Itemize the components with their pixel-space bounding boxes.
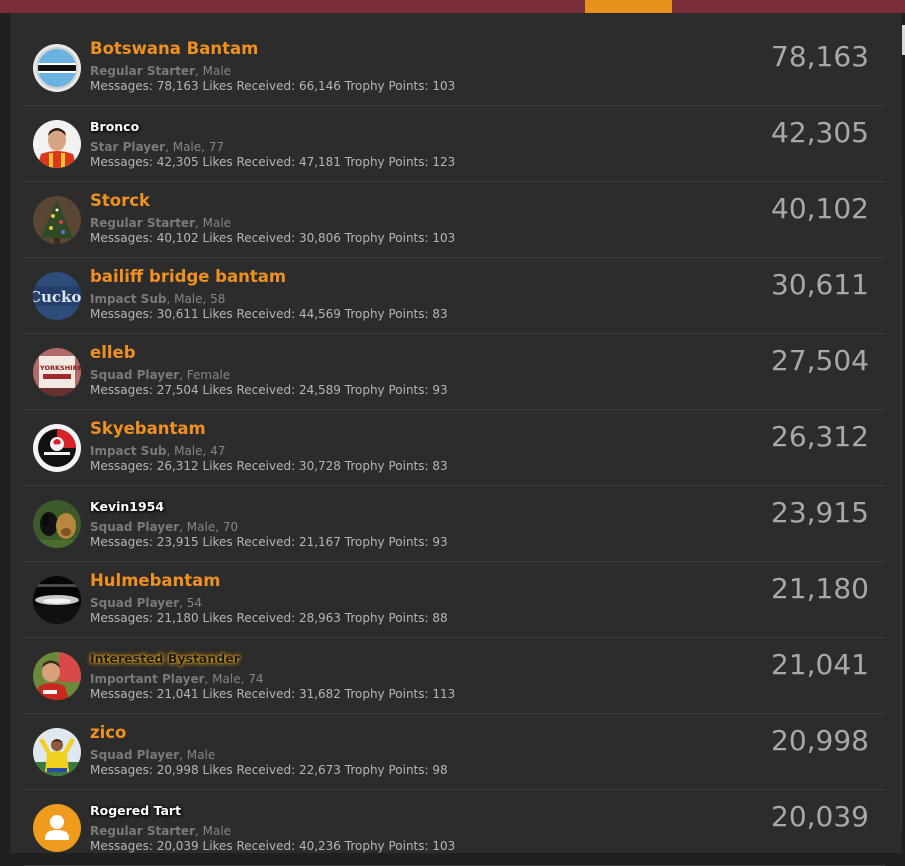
avatar-cuckoo-text[interactable]: Cuckoo [33,272,81,320]
member-name[interactable]: Botswana Bantam [90,39,258,58]
member-row: YORKSHIRE elleb Squad Player, Female Mes… [24,334,885,410]
member-title: Squad Player, Female [90,368,230,382]
message-count: 20,998 [771,724,869,757]
scrollbar-track[interactable] [901,218,905,830]
member-details: , Male [179,748,216,762]
member-rank: Important Player [90,672,205,686]
member-row: Skyebantam Impact Sub, Male, 47 Messages… [24,410,885,486]
member-rank: Squad Player [90,748,180,762]
member-name[interactable]: bailiff bridge bantam [90,267,286,286]
message-count: 27,504 [771,344,869,377]
avatar-portrait[interactable] [33,120,81,168]
message-count: 23,915 [771,496,869,529]
member-rank: Squad Player [90,596,180,610]
member-details: , Male, 77 [165,140,225,154]
member-details: , Male, 47 [166,444,226,458]
member-title: Squad Player, Male [90,748,215,762]
member-stats: Messages: 21,041 Likes Received: 31,682 … [90,687,456,701]
avatar-dogs[interactable] [33,500,81,548]
member-stats: Messages: 40,102 Likes Received: 30,806 … [90,231,456,245]
avatar-text: YORKSHIRE [39,364,81,372]
member-rank: Regular Starter [90,216,196,230]
member-rank: Star Player [90,140,166,154]
member-row: Cuckoo bailiff bridge bantam Impact Sub,… [24,258,885,334]
message-count: 21,041 [771,648,869,681]
member-name[interactable]: Bronco [90,119,139,134]
member-rank: Regular Starter [90,824,196,838]
member-stats: Messages: 42,305 Likes Received: 47,181 … [90,155,456,169]
member-stats: Messages: 20,998 Likes Received: 22,673 … [90,763,448,777]
member-name[interactable]: Rogered Tart [90,803,181,818]
member-row: Rogered Tart Regular Starter, Male Messa… [24,790,885,866]
member-details: , Male [195,216,232,230]
member-rank: Impact Sub [90,444,167,458]
member-name[interactable]: elleb [90,343,136,362]
member-title: Regular Starter, Male [90,824,231,838]
member-title: Regular Starter, Male [90,64,231,78]
member-stats: Messages: 21,180 Likes Received: 28,963 … [90,611,448,625]
member-rank: Impact Sub [90,292,167,306]
member-name[interactable]: zico [90,723,126,742]
member-details: , Male [195,824,232,838]
member-list: Botswana Bantam Regular Starter, Male Me… [24,30,885,866]
member-stats: Messages: 26,312 Likes Received: 30,728 … [90,459,448,473]
member-row: zico Squad Player, Male Messages: 20,998… [24,714,885,790]
avatar-text: Cuckoo [33,288,81,306]
members-panel: Botswana Bantam Regular Starter, Male Me… [10,13,902,866]
member-name[interactable]: Kevin1954 [90,499,164,514]
member-name[interactable]: Interested Bystander [90,651,240,666]
message-count: 42,305 [771,116,869,149]
avatar-moonlit-sea[interactable] [33,576,81,624]
member-name[interactable]: Hulmebantam [90,571,221,590]
member-rank: Squad Player [90,368,180,382]
member-title: Impact Sub, Male, 47 [90,444,225,458]
member-details: , Male, 58 [166,292,226,306]
member-row: Botswana Bantam Regular Starter, Male Me… [24,30,885,106]
member-name[interactable]: Storck [90,191,150,210]
avatar-yorkshire-sign[interactable]: YORKSHIRE [33,348,81,396]
member-title: Important Player, Male, 74 [90,672,263,686]
member-row: Kevin1954 Squad Player, Male, 70 Message… [24,486,885,562]
member-title: Regular Starter, Male [90,216,231,230]
member-stats: Messages: 20,039 Likes Received: 40,236 … [90,839,456,853]
member-stats: Messages: 23,915 Likes Received: 21,167 … [90,535,448,549]
message-count: 40,102 [771,192,869,225]
message-count: 26,312 [771,420,869,453]
member-title: Impact Sub, Male, 58 [90,292,225,306]
member-stats: Messages: 27,504 Likes Received: 24,589 … [90,383,448,397]
member-rank: Squad Player [90,520,180,534]
member-title: Squad Player, 54 [90,596,202,610]
member-row: Interested Bystander Important Player, M… [24,638,885,714]
message-count: 20,039 [771,800,869,833]
avatar-footballer[interactable] [33,728,81,776]
member-details: , Male [195,64,232,78]
member-row: Storck Regular Starter, Male Messages: 4… [24,182,885,258]
message-count: 21,180 [771,572,869,605]
default-user-icon[interactable] [33,804,81,852]
avatar-christmas-tree[interactable] [33,196,81,244]
avatar-botswana-flag[interactable] [33,44,81,92]
member-row: Bronco Star Player, Male, 77 Messages: 4… [24,106,885,182]
member-rank: Regular Starter [90,64,196,78]
member-details: , Female [179,368,231,382]
member-title: Star Player, Male, 77 [90,140,224,154]
member-details: , 54 [179,596,203,610]
top-nav-bar [0,0,905,13]
member-details: , Male, 74 [204,672,264,686]
active-nav-tab[interactable] [585,0,672,13]
member-details: , Male, 70 [179,520,239,534]
message-count: 30,611 [771,268,869,301]
member-stats: Messages: 30,611 Likes Received: 44,569 … [90,307,448,321]
member-row: Hulmebantam Squad Player, 54 Messages: 2… [24,562,885,638]
avatar-football-fan[interactable] [33,652,81,700]
message-count: 78,163 [771,40,869,73]
member-name[interactable]: Skyebantam [90,419,206,438]
member-title: Squad Player, Male, 70 [90,520,238,534]
member-stats: Messages: 78,163 Likes Received: 66,146 … [90,79,456,93]
avatar-club-crest[interactable] [33,424,81,472]
